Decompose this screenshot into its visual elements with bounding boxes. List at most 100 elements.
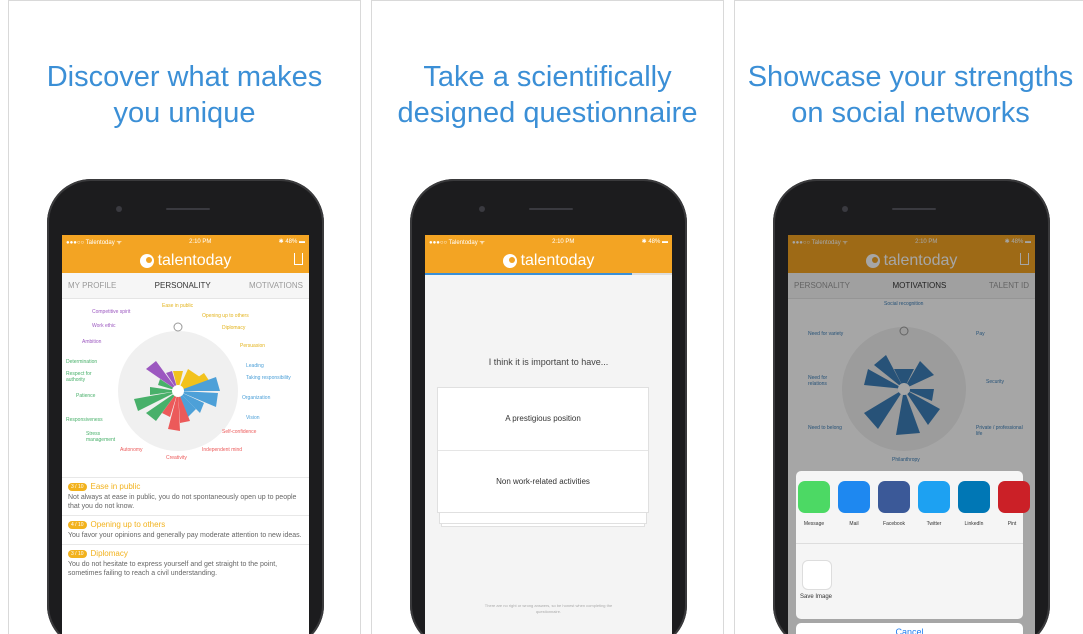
status-bar: ●●●○○ Talentoday ᯤ 2:10 PM ✱ 48% ▬: [425, 235, 672, 248]
speaker: [529, 208, 573, 210]
pinterest-icon[interactable]: [998, 481, 1030, 513]
radar-label: Competitive spirit: [92, 309, 131, 315]
trait-description: You favor your opinions and generally pa…: [68, 532, 302, 539]
share-app-label: Pint: [1007, 521, 1017, 527]
honesty-note: There are no right or wrong answers, so …: [484, 603, 613, 614]
phone-frame: ●●●○○ Talentoday ᯤ 2:10 PM ✱ 48% ▬ talen…: [773, 179, 1050, 634]
trait-title: Opening up to others: [90, 520, 166, 529]
answer-option[interactable]: Non work-related activities: [438, 451, 648, 512]
trait-title: Diplomacy: [90, 549, 128, 558]
headline: Take a scientifically designed questionn…: [372, 59, 723, 131]
share-app-label: Twitter: [926, 521, 942, 527]
phone-screen: ●●●○○ Talentoday ᯤ 2:10 PM ✱ 48% ▬ talen…: [788, 235, 1035, 634]
message-icon[interactable]: [798, 481, 830, 513]
question-text: I think it is important to have...: [488, 357, 609, 367]
app-logo: talentoday: [502, 251, 595, 270]
phone-screen: ●●●○○ Talentoday ᯤ 2:10 PM ✱ 48% ▬ talen…: [425, 235, 672, 634]
carrier: ●●●○○ Talentoday ᯤ: [429, 239, 485, 246]
answer-card: A prestigious position Non work-related …: [437, 387, 649, 513]
mail-icon[interactable]: [838, 481, 870, 513]
front-camera: [116, 206, 122, 212]
score-badge: 3 / 10: [68, 549, 87, 558]
headline: Discover what makes you unique: [9, 59, 360, 131]
radar-label: Leading: [246, 363, 264, 369]
score-badge: 4 / 10: [68, 520, 87, 529]
radar-label: Vision: [246, 415, 260, 421]
answer-option[interactable]: A prestigious position: [438, 388, 648, 451]
headline-line-1: Showcase your strengths: [747, 61, 1074, 93]
share-icon[interactable]: [294, 253, 303, 265]
time: 2:10 PM: [189, 238, 212, 245]
headline-line-1: Discover what makes: [46, 61, 323, 93]
twitter-icon[interactable]: [918, 481, 950, 513]
radar-label: Autonomy: [120, 447, 143, 453]
phone-screen: ●●●○○ Talentoday ᯤ 2:10 PM ✱ 48% ▬ talen…: [62, 235, 309, 634]
status-bar: ●●●○○ Talentoday ᯤ 2:10 PM ✱ 48% ▬: [62, 235, 309, 248]
headline: Showcase your strengths on social networ…: [735, 59, 1083, 131]
panel-questionnaire: Take a scientifically designed questionn…: [371, 0, 724, 634]
share-sheet: Message Mail Facebook Twitter LinkedIn P…: [796, 471, 1030, 619]
speaker: [892, 208, 936, 210]
battery: ✱ 48% ▬: [278, 239, 305, 245]
app-name: talentoday: [157, 251, 232, 269]
radar-label: Responsiveness: [66, 417, 103, 423]
radar-label: Self-confidence: [222, 429, 257, 435]
radar-label: Ambition: [82, 339, 102, 345]
share-app-label: Mail: [849, 521, 859, 527]
carrier: ●●●○○ Talentoday ᯤ: [66, 239, 122, 246]
headline-line-2: on social networks: [791, 97, 1030, 129]
cancel-button[interactable]: Cancel: [796, 623, 1023, 634]
app-name: talentoday: [520, 251, 595, 269]
phone-frame: ●●●○○ Talentoday ᯤ 2:10 PM ✱ 48% ▬ talen…: [47, 179, 324, 634]
app-logo: talentoday: [139, 251, 232, 270]
trait-title: Ease in public: [90, 482, 141, 491]
share-app-label: LinkedIn: [964, 521, 984, 527]
tab-bar: MY PROFILE PERSONALITY MOTIVATIONS: [62, 273, 309, 299]
trait-description: You do not hesitate to express yourself …: [68, 561, 278, 577]
radar-label: Respect for authority: [66, 371, 92, 383]
trait-item[interactable]: 4 / 10 Opening up to others You favor you…: [62, 515, 309, 544]
time: 2:10 PM: [552, 238, 575, 245]
panel-share: Showcase your strengths on social networ…: [734, 0, 1083, 634]
trait-description: Not always at ease in public, you do not…: [68, 494, 297, 510]
score-badge: 3 / 10: [68, 482, 87, 491]
speaker: [166, 208, 210, 210]
front-camera: [842, 206, 848, 212]
radar-label: Persuasion: [240, 343, 266, 349]
tab-my-profile[interactable]: MY PROFILE: [68, 281, 116, 290]
share-app-label: Facebook: [883, 521, 905, 527]
logo-icon: [139, 253, 154, 268]
radar-label: Patience: [76, 393, 96, 399]
trait-item[interactable]: 3 / 10 Ease in public Not always at ease …: [62, 477, 309, 515]
headline-line-1: Take a scientifically: [423, 61, 672, 93]
linkedin-icon[interactable]: [958, 481, 990, 513]
radar-label: Creativity: [166, 455, 187, 461]
app-bar: talentoday: [425, 248, 672, 273]
progress-bar-fill: [425, 273, 633, 275]
radar-label: Opening up to others: [202, 313, 249, 319]
facebook-icon[interactable]: [878, 481, 910, 513]
share-app-label: Message: [803, 521, 825, 527]
radar-label: Taking responsibility: [246, 375, 291, 381]
save-image-action[interactable]: Save Image: [796, 544, 1023, 614]
battery: ✱ 48% ▬: [641, 239, 668, 245]
tab-motivations[interactable]: MOTIVATIONS: [249, 281, 303, 290]
radar-label: Work ethic: [92, 323, 116, 329]
app-bar: talentoday: [62, 248, 309, 273]
radar-label: Determination: [66, 359, 98, 365]
save-image-label: Save Image: [800, 594, 833, 600]
phone-frame: ●●●○○ Talentoday ᯤ 2:10 PM ✱ 48% ▬ talen…: [410, 179, 687, 634]
trait-item[interactable]: 3 / 10 Diplomacy You do not hesitate to e…: [62, 544, 309, 582]
radar-label: Organization: [242, 395, 271, 401]
logo-icon: [502, 253, 517, 268]
radar-label: Stress management: [86, 431, 116, 443]
radar-label: Independent mind: [202, 447, 243, 453]
panel-personality: Discover what makes you unique ●●●○○ Tal…: [8, 0, 361, 634]
radar-label: Ease in public: [162, 303, 194, 309]
front-camera: [479, 206, 485, 212]
save-image-icon: [802, 560, 832, 590]
share-apps-row: Message Mail Facebook Twitter LinkedIn P…: [796, 471, 1030, 544]
tab-personality[interactable]: PERSONALITY: [155, 281, 211, 290]
personality-radar: Ease in public Opening up to others Dipl…: [62, 299, 309, 477]
radar-label: Diplomacy: [222, 325, 246, 331]
